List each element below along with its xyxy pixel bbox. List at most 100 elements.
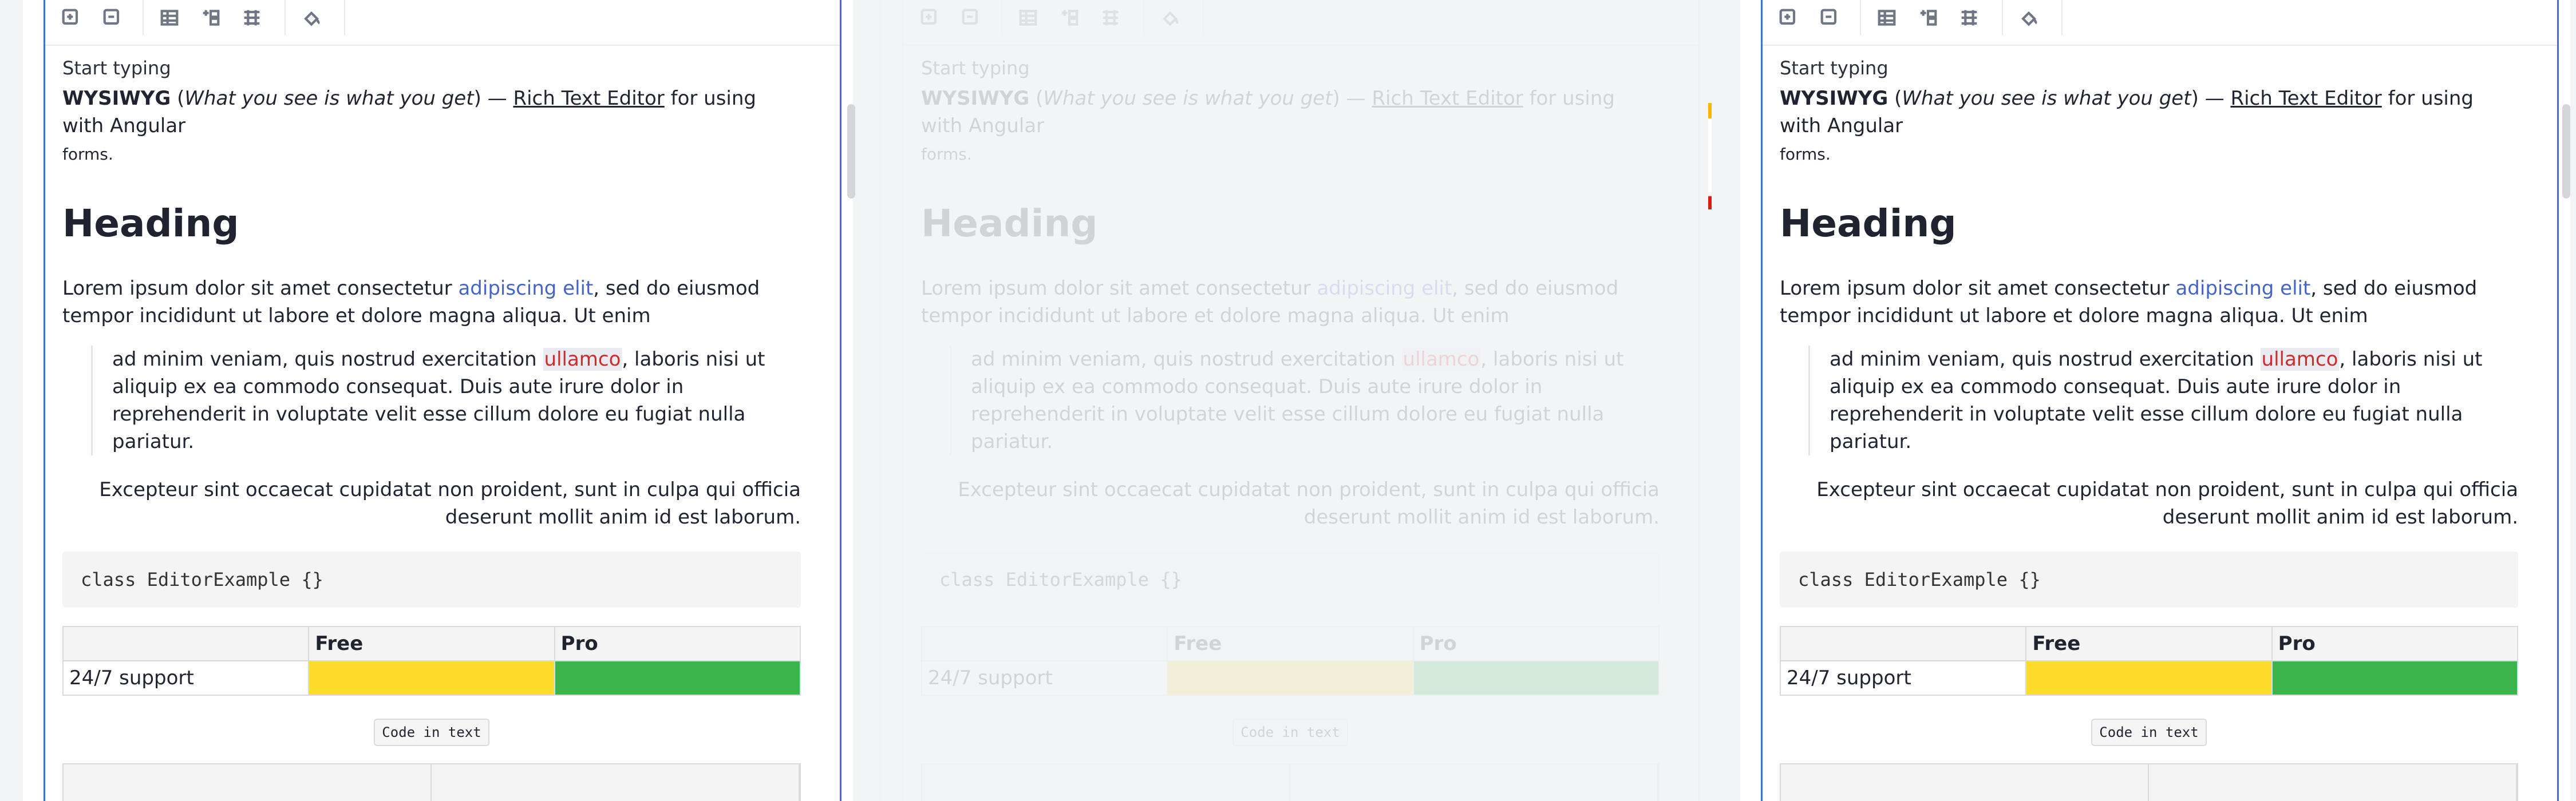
merge-cells-icon[interactable] bbox=[195, 2, 226, 33]
lorem-text-before: Lorem ipsum dolor sit amet consectetur bbox=[921, 277, 1317, 300]
inline-code: Code in text bbox=[374, 719, 489, 746]
quote-before: ad minim veniam, quis nostrud exercitati… bbox=[971, 348, 1402, 371]
remove-row-icon[interactable] bbox=[955, 2, 986, 33]
pricing-table: Free Pro 24/7 support bbox=[1779, 626, 2519, 696]
inline-code: Code in text bbox=[1232, 719, 1348, 746]
editor-toolbar bbox=[1763, 0, 2557, 46]
table-row-label: 24/7 support bbox=[62, 660, 310, 696]
blockquote: ad minim veniam, quis nostrud exercitati… bbox=[950, 346, 1660, 455]
vertical-accent-line bbox=[1708, 103, 1712, 209]
bottom-col bbox=[1290, 764, 1658, 801]
paint-bucket-icon[interactable] bbox=[2013, 2, 2044, 33]
rich-text-editor-link[interactable]: Rich Text Editor bbox=[513, 87, 664, 110]
bottom-col bbox=[64, 764, 432, 801]
bottom-table bbox=[1780, 763, 2518, 801]
editor-toolbar bbox=[45, 0, 840, 46]
table-cell-free bbox=[2025, 660, 2273, 696]
intro-brand: WYSIWYG bbox=[62, 87, 171, 110]
table-header-empty bbox=[920, 626, 1168, 661]
code-block: class EditorExample {} bbox=[921, 552, 1660, 608]
intro-dash: — bbox=[487, 87, 507, 110]
table-cell-pro bbox=[1412, 660, 1660, 696]
bottom-col bbox=[2149, 764, 2517, 801]
inline-code: Code in text bbox=[2091, 719, 2207, 746]
bottom-col bbox=[432, 764, 800, 801]
lorem-paragraph: Lorem ipsum dolor sit amet consectetur a… bbox=[921, 275, 1660, 330]
table-header-free: Free bbox=[308, 626, 555, 661]
placeholder-text: Start typing bbox=[1780, 57, 1888, 79]
toolbar-group-paint bbox=[2003, 0, 2063, 35]
rich-text-editor-link[interactable]: Rich Text Editor bbox=[2230, 87, 2381, 110]
table-header-free: Free bbox=[2025, 626, 2273, 661]
right-aligned-paragraph: Excepteur sint occaecat cupidatat non pr… bbox=[99, 478, 801, 529]
intro-paragraph: WYSIWYG (What you see is what you get) —… bbox=[921, 87, 1615, 164]
toolbar-group-rows bbox=[1763, 0, 1861, 35]
intro-dash: — bbox=[1346, 87, 1366, 110]
table-cell-free bbox=[308, 660, 555, 696]
intro-paren: What you see is what you get bbox=[1902, 87, 2191, 110]
bottom-col bbox=[922, 764, 1290, 801]
split-cells-icon[interactable] bbox=[1095, 2, 1126, 33]
table-header-empty bbox=[1779, 626, 2027, 661]
editor-surface[interactable]: Start typing WYSIWYG (What you see is wh… bbox=[44, 0, 841, 801]
split-cells-icon[interactable] bbox=[236, 2, 267, 33]
table-cell-pro bbox=[2271, 660, 2519, 696]
toolbar-group-paint bbox=[286, 0, 345, 35]
table-icon[interactable] bbox=[1871, 2, 1902, 33]
merge-cells-icon[interactable] bbox=[1913, 2, 1943, 33]
editor-surface[interactable]: Start typing WYSIWYG (What you see is wh… bbox=[902, 0, 1700, 801]
editor-content[interactable]: Start typing WYSIWYG (What you see is wh… bbox=[1779, 57, 2519, 746]
quote-before: ad minim veniam, quis nostrud exercitati… bbox=[112, 348, 543, 371]
table-icon[interactable] bbox=[1013, 2, 1044, 33]
merge-cells-icon[interactable] bbox=[1054, 2, 1085, 33]
table-row-label: 24/7 support bbox=[920, 660, 1168, 696]
table-header-pro: Pro bbox=[554, 626, 801, 661]
blockquote: ad minim veniam, quis nostrud exercitati… bbox=[91, 346, 801, 455]
pricing-table: Free Pro 24/7 support bbox=[920, 626, 1660, 696]
remove-row-icon[interactable] bbox=[1814, 2, 1845, 33]
lorem-text-before: Lorem ipsum dolor sit amet consectetur bbox=[1780, 277, 2176, 300]
intro-paragraph: WYSIWYG (What you see is what you get) —… bbox=[1780, 87, 2474, 164]
lorem-paragraph: Lorem ipsum dolor sit amet consectetur a… bbox=[62, 275, 801, 330]
lorem-paragraph: Lorem ipsum dolor sit amet consectetur a… bbox=[1780, 275, 2518, 330]
intro-paragraph: WYSIWYG (What you see is what you get) —… bbox=[62, 87, 756, 164]
editor-toolbar bbox=[904, 0, 1698, 46]
toolbar-group-table bbox=[1002, 0, 1144, 35]
table-icon[interactable] bbox=[154, 2, 185, 33]
editor-content[interactable]: Start typing WYSIWYG (What you see is wh… bbox=[62, 57, 801, 746]
paint-bucket-icon[interactable] bbox=[1155, 2, 1186, 33]
blockquote: ad minim veniam, quis nostrud exercitati… bbox=[1808, 346, 2518, 455]
scrollbar[interactable] bbox=[2562, 104, 2570, 199]
bottom-table bbox=[921, 763, 1660, 801]
code-block: class EditorExample {} bbox=[1780, 552, 2518, 608]
code-block: class EditorExample {} bbox=[62, 552, 801, 608]
heading: Heading bbox=[1780, 201, 1957, 245]
toolbar-group-paint bbox=[1144, 0, 1204, 35]
quote-highlight: ullamco bbox=[2260, 348, 2340, 371]
editor-surface[interactable]: Start typing WYSIWYG (What you see is wh… bbox=[1761, 0, 2559, 801]
pricing-table: Free Pro 24/7 support bbox=[62, 626, 801, 696]
scrollbar[interactable] bbox=[847, 104, 855, 199]
split-cells-icon[interactable] bbox=[1954, 2, 1985, 33]
add-row-icon[interactable] bbox=[914, 2, 945, 33]
editor-content[interactable]: Start typing WYSIWYG (What you see is wh… bbox=[920, 57, 1660, 746]
remove-row-icon[interactable] bbox=[97, 2, 128, 33]
add-row-icon[interactable] bbox=[1773, 2, 1804, 33]
editor-panel-1: Start typing WYSIWYG (What you see is wh… bbox=[23, 0, 855, 801]
adipiscing-link[interactable]: adipiscing elit bbox=[2175, 277, 2310, 300]
rich-text-editor-link[interactable]: Rich Text Editor bbox=[1372, 87, 1523, 110]
toolbar-group-table bbox=[144, 0, 286, 35]
editor-panel-2: Start typing WYSIWYG (What you see is wh… bbox=[882, 0, 1712, 801]
bottom-table bbox=[62, 763, 801, 801]
right-aligned-paragraph: Excepteur sint occaecat cupidatat non pr… bbox=[958, 478, 1660, 529]
intro-dash: — bbox=[2204, 87, 2225, 110]
quote-before: ad minim veniam, quis nostrud exercitati… bbox=[1830, 348, 2261, 371]
table-cell-pro bbox=[554, 660, 801, 696]
quote-highlight: ullamco bbox=[1401, 348, 1481, 371]
add-row-icon[interactable] bbox=[56, 2, 86, 33]
intro-tail: forms. bbox=[1780, 145, 1831, 164]
paint-bucket-icon[interactable] bbox=[296, 2, 327, 33]
adipiscing-link[interactable]: adipiscing elit bbox=[458, 277, 593, 300]
placeholder-text: Start typing bbox=[62, 57, 171, 79]
adipiscing-link[interactable]: adipiscing elit bbox=[1317, 277, 1452, 300]
